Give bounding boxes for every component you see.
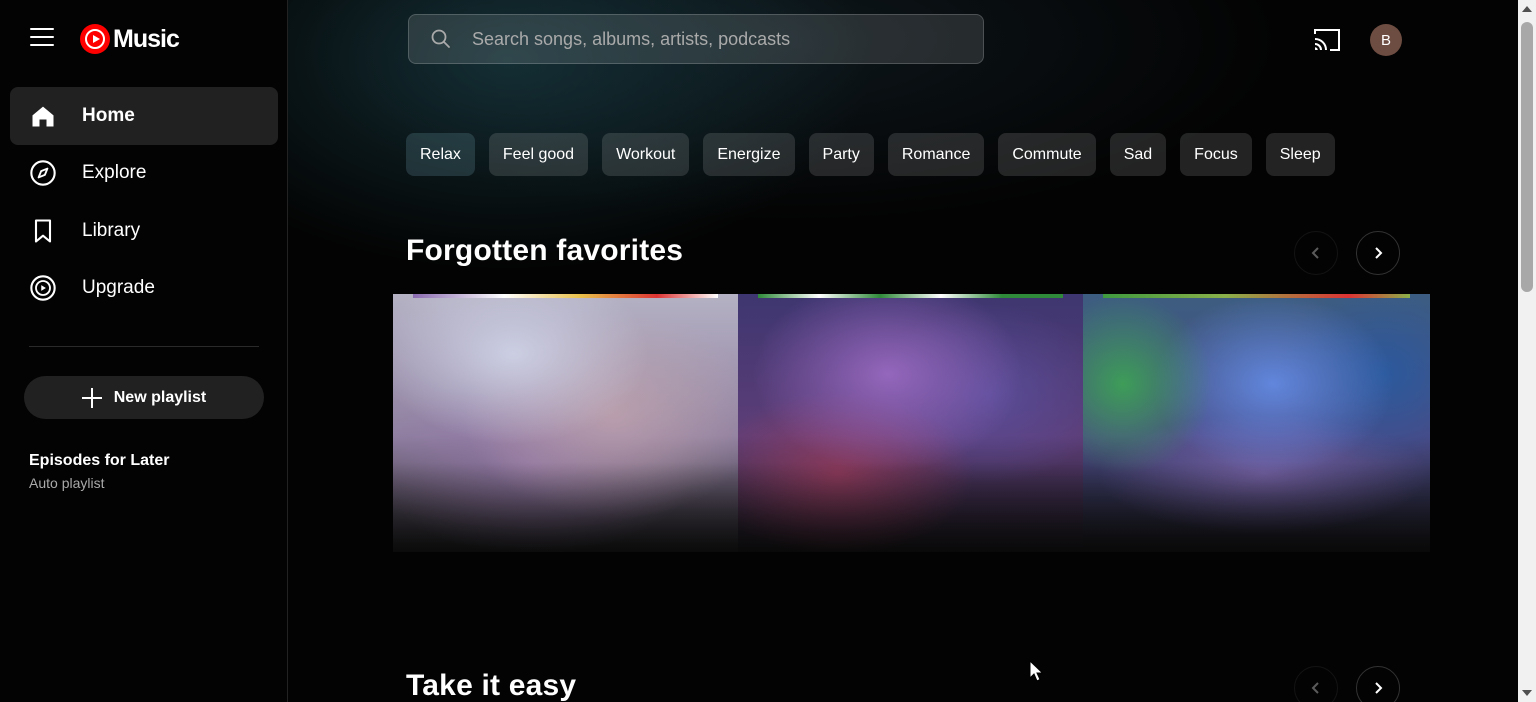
search-icon [429, 27, 453, 51]
search-bar[interactable] [408, 14, 984, 64]
new-playlist-button[interactable]: New playlist [24, 376, 264, 419]
chip-sleep[interactable]: Sleep [1265, 133, 1335, 176]
sidebar: Music Home Explore Library Upgrade New p… [0, 0, 288, 702]
upgrade-icon [29, 274, 57, 302]
section-title-forgotten-favorites[interactable]: Forgotten favorites [406, 234, 683, 268]
chip-romance[interactable]: Romance [887, 133, 985, 176]
chip-commute[interactable]: Commute [998, 133, 1096, 176]
scroll-down-arrow-icon[interactable] [1522, 690, 1532, 696]
chip-sad[interactable]: Sad [1109, 133, 1167, 176]
carousel-next-button[interactable] [1356, 666, 1400, 702]
chevron-left-icon [1311, 247, 1319, 259]
search-input[interactable] [472, 28, 952, 50]
cast-icon[interactable] [1312, 26, 1342, 54]
mouse-cursor-icon [1029, 660, 1043, 682]
sidebar-item-library[interactable]: Library [10, 202, 278, 260]
chip-energize[interactable]: Energize [703, 133, 795, 176]
chip-feel-good[interactable]: Feel good [488, 133, 589, 176]
logo-text: Music [113, 24, 180, 53]
sidebar-nav: Home Explore Library Upgrade [10, 87, 278, 317]
compass-icon [29, 159, 57, 187]
chip-party[interactable]: Party [808, 133, 874, 176]
new-playlist-label: New playlist [113, 388, 207, 406]
mood-chips: Relax Feel good Workout Energize Party R… [406, 133, 1335, 176]
plus-icon [81, 387, 102, 408]
forgotten-favorites-carousel [393, 294, 1430, 552]
chip-relax[interactable]: Relax [406, 133, 475, 176]
avatar[interactable]: B [1370, 24, 1402, 56]
scroll-up-arrow-icon[interactable] [1522, 6, 1532, 12]
sidebar-divider [29, 346, 259, 347]
album-card[interactable] [738, 294, 1083, 552]
section-title-take-it-easy[interactable]: Take it easy [406, 669, 576, 702]
app-logo[interactable]: Music [80, 24, 180, 54]
carousel-next-button[interactable] [1356, 231, 1400, 275]
sidebar-item-label: Upgrade [82, 277, 155, 299]
sidebar-item-home[interactable]: Home [10, 87, 278, 145]
chip-focus[interactable]: Focus [1180, 133, 1252, 176]
sidebar-item-label: Library [82, 219, 141, 241]
main-content: B Relax Feel good Workout Energize Party… [288, 0, 1518, 702]
scrollbar-thumb[interactable] [1521, 22, 1533, 292]
sidebar-header: Music [0, 0, 288, 80]
playlist-title: Episodes for Later [29, 452, 170, 469]
playlist-subtitle: Auto playlist [29, 475, 105, 491]
chip-workout[interactable]: Workout [602, 133, 690, 176]
sidebar-item-upgrade[interactable]: Upgrade [10, 260, 278, 318]
carousel-prev-button[interactable] [1294, 231, 1338, 275]
sidebar-item-label: Home [82, 104, 135, 126]
scrollbar[interactable] [1518, 0, 1536, 702]
sidebar-item-label: Explore [82, 162, 147, 184]
home-icon [29, 102, 57, 130]
album-card[interactable] [1083, 294, 1430, 552]
chevron-right-icon [1375, 247, 1383, 259]
playlist-item-episodes-for-later[interactable]: Episodes for Later Auto playlist [29, 452, 169, 491]
menu-icon[interactable] [30, 28, 54, 52]
chevron-left-icon [1311, 682, 1319, 694]
carousel-prev-button[interactable] [1294, 666, 1338, 702]
sidebar-item-explore[interactable]: Explore [10, 145, 278, 203]
bookmark-icon [29, 217, 57, 245]
album-card[interactable] [393, 294, 738, 552]
chevron-right-icon [1375, 682, 1383, 694]
youtube-music-logo-icon [80, 24, 110, 54]
